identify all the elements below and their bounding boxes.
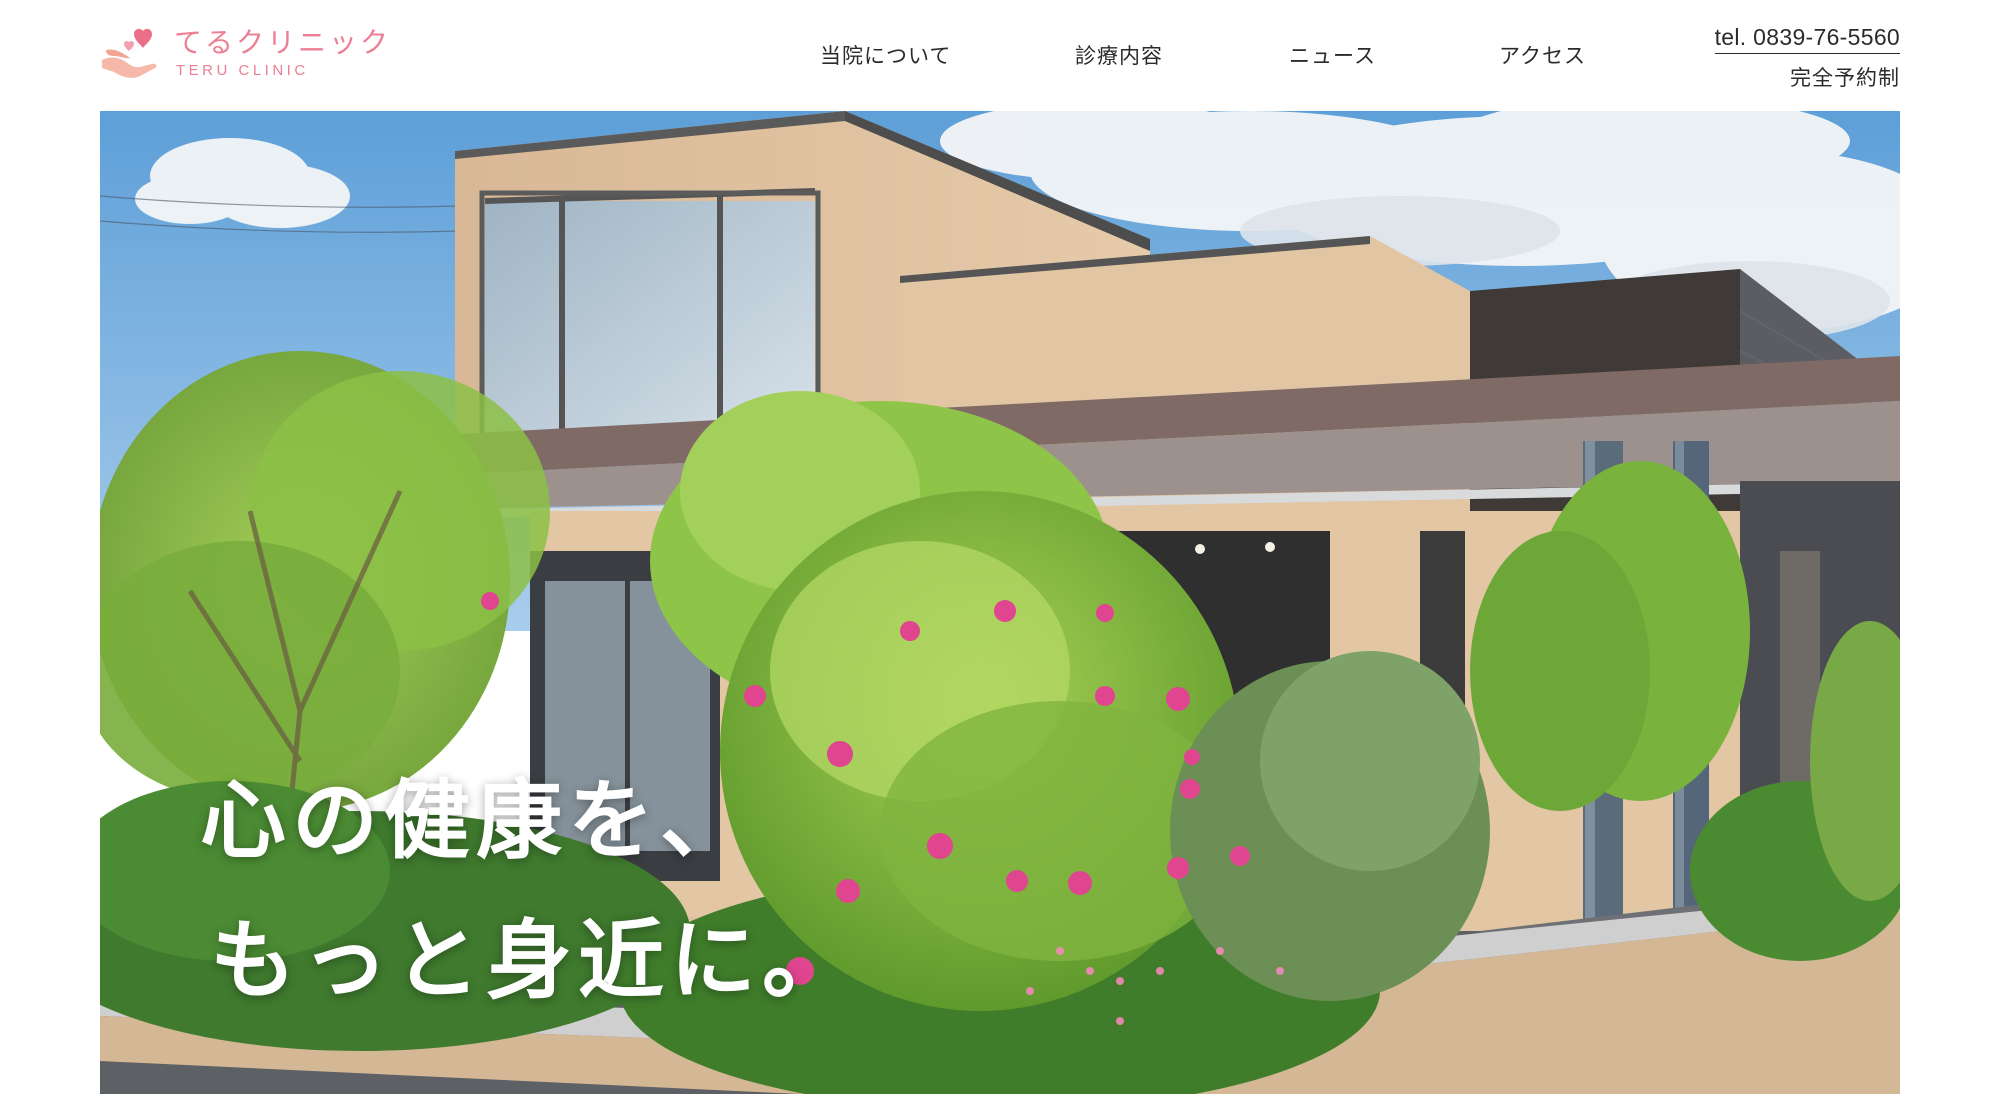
phone-link[interactable]: tel. 0839-76-5560	[1714, 24, 1900, 54]
hero-section: 心の健康を、 もっと身近に。	[100, 111, 1900, 1094]
nav-news[interactable]: ニュース	[1289, 40, 1376, 70]
nav-about[interactable]: 当院について	[820, 40, 951, 70]
reservation-note: 完全予約制	[1790, 66, 1900, 90]
hero-tagline-line-2: もっと身近に。	[210, 911, 854, 1011]
site-header: てるクリニック TERU CLINIC 当院について 診療内容 ニュース アクセ…	[0, 0, 2000, 111]
nav-services[interactable]: 診療内容	[1075, 40, 1163, 70]
contact-info: tel. 0839-76-5560 完全予約制	[1714, 24, 1900, 92]
hero-tagline-line-1: 心の健康を、	[200, 771, 752, 871]
nav-access[interactable]: アクセス	[1499, 40, 1586, 70]
hero-tagline: 心の健康を、 もっと身近に。	[200, 751, 854, 1031]
main-nav: 当院について 診療内容 ニュース アクセス	[0, 40, 2000, 70]
